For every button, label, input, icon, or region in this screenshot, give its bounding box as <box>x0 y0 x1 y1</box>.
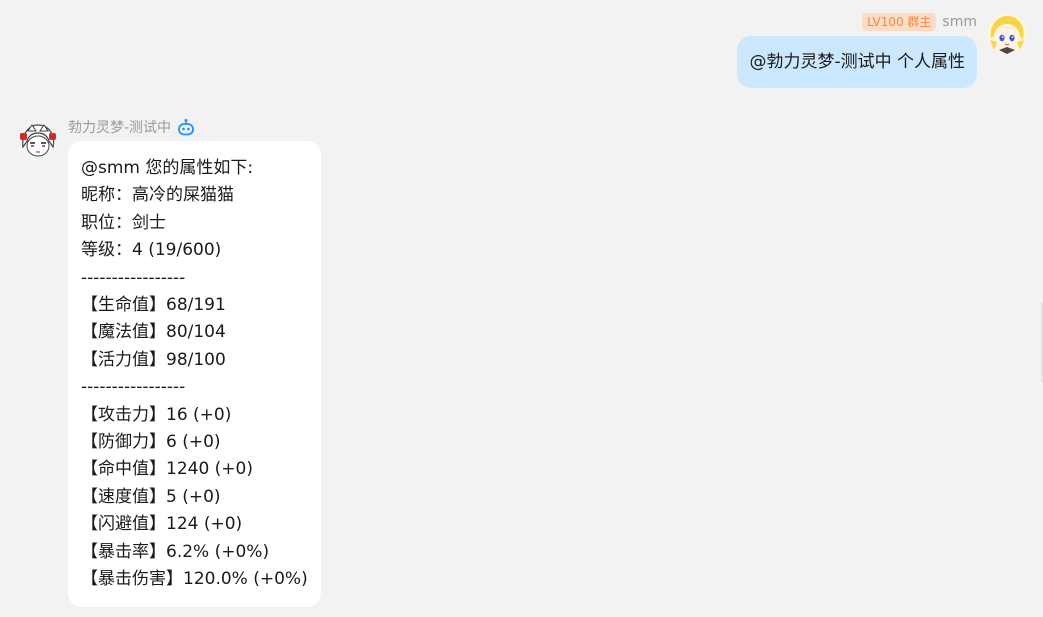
divider-line: ----------------- <box>81 267 186 288</box>
chat-window: LV100 群主 smm @勃力灵梦-测试中 个人属性 勃力灵梦-测试中 @sm… <box>0 0 1043 617</box>
message-line: 【速度值】5 (+0) <box>81 486 221 507</box>
message-line: 【防御力】6 (+0) <box>81 432 221 453</box>
avatar-image <box>987 14 1027 54</box>
message-line: 等级：4 (19/600) <box>81 240 222 261</box>
message-line: @smm 您的属性如下: <box>81 158 254 178</box>
message-line: 【活力值】98/100 <box>81 349 226 370</box>
message-line: 职位：剑士 <box>81 212 166 233</box>
avatar-image <box>18 121 58 161</box>
incoming-meta: 勃力灵梦-测试中 <box>68 116 195 138</box>
incoming-message-bubble[interactable]: @smm 您的属性如下: 昵称：高冷的屎猫猫 职位：剑士 等级：4 (19/60… <box>68 141 321 607</box>
group-owner-badge: LV100 群主 <box>862 13 937 31</box>
message-line: 【暴击伤害】120.0% (+0%) <box>81 569 308 590</box>
incoming-sender-name[interactable]: 勃力灵梦-测试中 <box>68 117 171 137</box>
message-line: 【暴击率】6.2% (+0%) <box>81 541 270 562</box>
anime-white-hair-avatar[interactable] <box>18 121 58 161</box>
message-line: 【生命值】68/191 <box>81 295 226 316</box>
anime-blonde-girl-avatar[interactable] <box>987 14 1027 54</box>
message-line: 【闪避值】124 (+0) <box>81 514 243 535</box>
robot-icon <box>177 118 195 136</box>
message-line: 昵称：高冷的屎猫猫 <box>81 185 234 206</box>
outgoing-sender-name[interactable]: smm <box>942 14 977 30</box>
message-line: 【命中值】1240 (+0) <box>81 459 253 480</box>
message-line: 【魔法值】80/104 <box>81 322 226 343</box>
divider-line: ----------------- <box>81 377 186 398</box>
outgoing-meta: LV100 群主 smm <box>862 12 977 32</box>
outgoing-message-bubble[interactable]: @勃力灵梦-测试中 个人属性 <box>737 36 977 88</box>
outgoing-message-text: @勃力灵梦-测试中 个人属性 <box>749 52 965 72</box>
message-line: 【攻击力】16 (+0) <box>81 404 232 425</box>
